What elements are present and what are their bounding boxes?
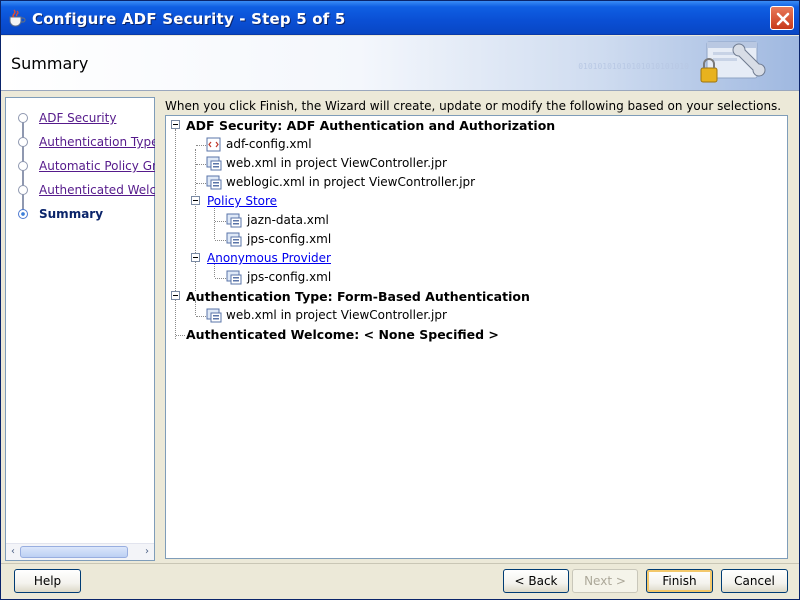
step-label: Authenticated Welcome (39, 183, 155, 197)
tree-guide (215, 278, 226, 279)
binary-decoration: 01010101010101010101010 (578, 62, 689, 71)
step-label: ADF Security (39, 111, 117, 125)
scroll-thumb[interactable] (20, 546, 128, 558)
tree-guide (176, 335, 185, 336)
next-button[interactable]: Next > (572, 569, 638, 593)
config-file-icon (206, 156, 222, 171)
header-band: Summary 01010101010101010101010 (1, 36, 799, 91)
wizard-window: Configure ADF Security - Step 5 of 5 Sum… (0, 0, 800, 600)
summary-tree: ADF Security: ADF Authentication and Aut… (165, 115, 788, 559)
tree-node-jps-config[interactable]: jps-config.xml (166, 268, 766, 287)
scroll-left-icon[interactable]: ‹ (7, 546, 19, 558)
tree-guide (196, 183, 206, 184)
steps-sidebar: ADF Security Authentication Type Automat… (5, 97, 155, 561)
sidebar-horizontal-scrollbar[interactable]: ‹ › (6, 543, 154, 560)
step-dot-current (18, 209, 28, 219)
steps-list: ADF Security Authentication Type Automat… (6, 98, 155, 226)
collapse-toggle-icon[interactable] (171, 120, 180, 129)
config-file-icon (206, 175, 222, 190)
footer-separator (1, 563, 799, 564)
tree-node-weblogic-xml[interactable]: weblogic.xml in project ViewController.j… (166, 173, 766, 192)
window-title: Configure ADF Security - Step 5 of 5 (32, 10, 346, 28)
tree-node-anonymous-provider[interactable]: Anonymous Provider (166, 249, 766, 268)
tree-node-web-xml[interactable]: web.xml in project ViewController.jpr (166, 154, 766, 173)
config-file-icon (226, 213, 242, 228)
summary-intro-text: When you click Finish, the Wizard will c… (165, 99, 782, 113)
tree-guide (196, 145, 206, 146)
config-file-icon (206, 308, 222, 323)
config-file-icon (226, 270, 242, 285)
tree-node-adf-config[interactable]: adf-config.xml (166, 135, 766, 154)
cancel-button[interactable]: Cancel (721, 569, 788, 593)
tree-node-authentication-type[interactable]: Authentication Type: Form-Based Authenti… (166, 287, 766, 306)
tree-node-policy-store[interactable]: Policy Store (166, 192, 766, 211)
step-authentication-type[interactable]: Authentication Type (6, 130, 155, 166)
step-authenticated-welcome[interactable]: Authenticated Welcome (6, 178, 155, 214)
step-adf-security[interactable]: ADF Security (6, 106, 154, 142)
tree-guide (196, 316, 206, 317)
title-bar[interactable]: Configure ADF Security - Step 5 of 5 (1, 1, 799, 35)
tree-node-auth-web-xml[interactable]: web.xml in project ViewController.jpr (166, 306, 766, 325)
finish-button[interactable]: Finish (646, 569, 713, 593)
step-label: Automatic Policy Grant (39, 159, 155, 173)
collapse-toggle-icon[interactable] (191, 253, 200, 262)
config-file-icon (226, 232, 242, 247)
step-automatic-policy-grant[interactable]: Automatic Policy Grant (6, 154, 155, 190)
step-dot (18, 185, 28, 195)
collapse-toggle-icon[interactable] (191, 196, 200, 205)
tree-guide (196, 164, 206, 165)
collapse-toggle-icon[interactable] (171, 291, 180, 300)
tree-guide (215, 240, 226, 241)
step-dot (18, 137, 28, 147)
close-icon (776, 12, 790, 26)
page-title: Summary (11, 54, 89, 73)
step-label: Authentication Type (39, 135, 155, 149)
scroll-right-icon[interactable]: › (141, 546, 153, 558)
tree-guide (215, 221, 226, 222)
tree-node-authenticated-welcome[interactable]: Authenticated Welcome: < None Specified … (166, 325, 766, 344)
step-summary[interactable]: Summary (6, 202, 154, 226)
close-button[interactable] (770, 6, 794, 30)
security-wrench-lock-icon (700, 41, 766, 83)
tree-node-adf-security[interactable]: ADF Security: ADF Authentication and Aut… (166, 116, 766, 135)
help-button[interactable]: Help (14, 569, 81, 593)
xml-file-icon (206, 137, 221, 152)
back-button[interactable]: < Back (503, 569, 569, 593)
coffee-cup-icon (9, 9, 26, 27)
step-dot (18, 113, 28, 123)
tree-node-jazn-data[interactable]: jazn-data.xml (166, 211, 766, 230)
step-label: Summary (39, 207, 104, 221)
step-dot (18, 161, 28, 171)
tree-node-jps-config[interactable]: jps-config.xml (166, 230, 766, 249)
